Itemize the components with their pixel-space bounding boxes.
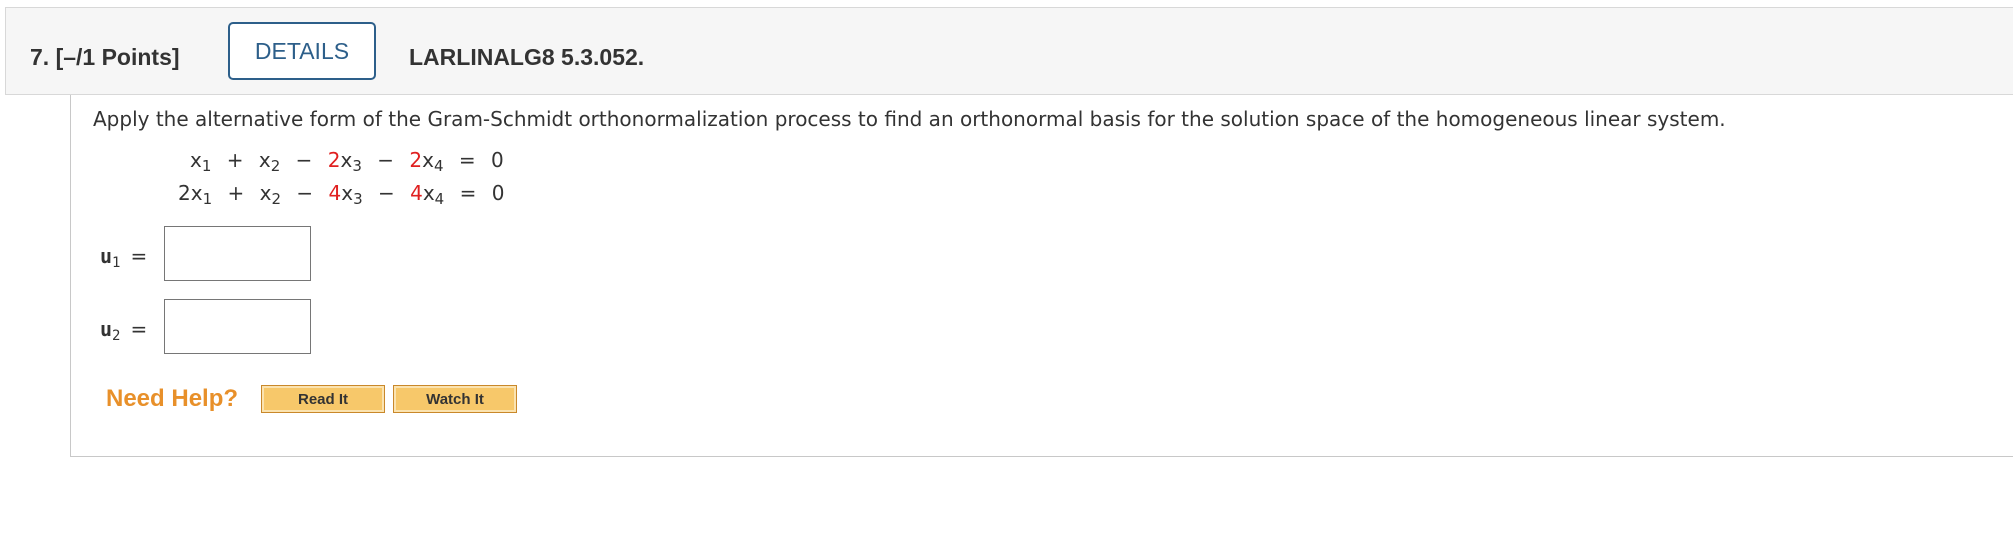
coef-r2-c4: 4 <box>410 181 423 205</box>
question-number: 7. [–/1 Points] <box>30 44 180 70</box>
equation-row-1: x1 + x2 − 2x3 − 2x4 = 0 <box>190 148 504 175</box>
coef-r1-c4: 2 <box>409 148 423 172</box>
rhs-r1: 0 <box>490 148 504 172</box>
u2-answer-input[interactable] <box>164 299 311 354</box>
equation-row-2: 2x1 + x2 − 4x3 − 4x4 = 0 <box>178 181 505 208</box>
u1-label: u1 = <box>100 244 148 271</box>
coef-r2-c3: 4 <box>328 181 342 205</box>
need-help-label: Need Help? <box>106 385 239 412</box>
question-header: 7. [–/1 Points] DETAILS LARLINALG8 5.3.0… <box>5 7 2013 95</box>
question-code: LARLINALG8 5.3.052. <box>409 44 645 70</box>
watch-it-button[interactable]: Watch It <box>393 385 517 413</box>
u1-answer-input[interactable] <box>164 226 311 281</box>
coef-r2-c1: 2 <box>178 181 191 205</box>
details-button[interactable]: DETAILS <box>228 22 376 80</box>
rhs-r2: 0 <box>491 181 505 205</box>
question-prompt: Apply the alternative form of the Gram-S… <box>93 107 1726 131</box>
u2-label: u2 = <box>100 317 148 344</box>
coef-r1-c3: 2 <box>327 148 341 172</box>
read-it-button[interactable]: Read It <box>261 385 385 413</box>
